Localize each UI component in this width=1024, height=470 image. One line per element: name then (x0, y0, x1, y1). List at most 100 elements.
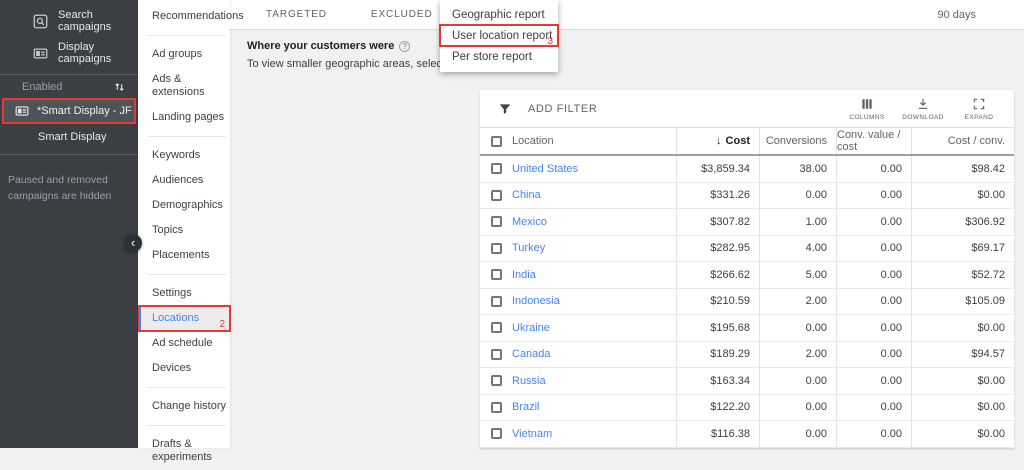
menu-divider (148, 387, 226, 388)
location-link[interactable]: Brazil (512, 401, 540, 413)
menu-item-settings[interactable]: Settings (138, 281, 230, 306)
row-checkbox-cell (480, 216, 512, 227)
row-checkbox[interactable] (491, 243, 502, 254)
menu-item-keywords[interactable]: Keywords (138, 143, 230, 168)
conversions-cell: 0.00 (760, 395, 837, 421)
menu-item-ad-schedule[interactable]: Ad schedule (138, 331, 230, 356)
cost-cell: $307.82 (677, 209, 760, 235)
conv-value-cost-cell: 0.00 (837, 395, 912, 421)
conversions-cell: 2.00 (760, 289, 837, 315)
menu-item-topics[interactable]: Topics (138, 218, 230, 243)
cost-per-conv-cell: $0.00 (912, 368, 1014, 394)
menu-item-geographic-report[interactable]: Geographic report (440, 4, 558, 25)
conversions-cell: 38.00 (760, 156, 837, 182)
menu-item-placements[interactable]: Placements (138, 243, 230, 268)
help-icon[interactable]: ? (399, 41, 410, 52)
location-link[interactable]: Russia (512, 375, 546, 387)
cost-per-conv-cell: $98.42 (912, 156, 1014, 182)
location-cell: United States (512, 156, 677, 182)
menu-item-demographics[interactable]: Demographics (138, 193, 230, 218)
row-checkbox[interactable] (491, 428, 502, 439)
menu-item-landing-pages[interactable]: Landing pages (138, 105, 230, 130)
sidebar-item-display-campaigns[interactable]: Display campaigns (0, 37, 138, 69)
column-header-cost-conv[interactable]: Cost / conv. (912, 128, 1014, 154)
column-header-location[interactable]: Location (512, 128, 677, 154)
location-cell: China (512, 183, 677, 209)
location-link[interactable]: Turkey (512, 242, 545, 254)
select-all-checkbox[interactable] (491, 136, 502, 147)
sidebar-divider (0, 154, 138, 155)
cost-per-conv-cell: $69.17 (912, 236, 1014, 262)
cost-cell: $331.26 (677, 183, 760, 209)
menu-item-drafts-experiments[interactable]: Drafts & experiments (138, 432, 230, 470)
download-icon (916, 97, 930, 111)
column-header-conversions[interactable]: Conversions (760, 128, 837, 154)
location-link[interactable]: Ukraine (512, 322, 550, 334)
conv-value-cost-cell: 0.00 (837, 156, 912, 182)
menu-item-ads-extensions[interactable]: Ads & extensions (138, 67, 230, 105)
columns-button[interactable]: COLUMNS (842, 97, 892, 121)
row-checkbox[interactable] (491, 322, 502, 333)
column-header-conv-value-cost[interactable]: Conv. value / cost (837, 128, 912, 154)
row-checkbox[interactable] (491, 163, 502, 174)
row-checkbox[interactable] (491, 296, 502, 307)
cost-cell: $189.29 (677, 342, 760, 368)
column-header-label: Cost / conv. (948, 135, 1005, 147)
menu-item-recommendations[interactable]: Recommendations (138, 4, 230, 29)
collapse-sidebar-button[interactable]: ‹ (124, 234, 142, 252)
row-checkbox[interactable] (491, 190, 502, 201)
location-link[interactable]: Mexico (512, 216, 547, 228)
conversions-cell: 0.00 (760, 315, 837, 341)
campaign-filter-status: Enabled (22, 81, 62, 93)
menu-divider (148, 425, 226, 426)
menu-item-audiences[interactable]: Audiences (138, 168, 230, 193)
cost-cell: $195.68 (677, 315, 760, 341)
menu-item-user-location-report[interactable]: User location report3 (440, 25, 558, 46)
location-link[interactable]: Indonesia (512, 295, 560, 307)
sidebar-item-search-campaigns[interactable]: Search campaigns (0, 5, 138, 37)
cost-per-conv-cell: $0.00 (912, 421, 1014, 447)
column-header-cost[interactable]: ↓Cost (677, 128, 760, 154)
row-checkbox[interactable] (491, 269, 502, 280)
expand-button[interactable]: EXPAND (954, 97, 1004, 121)
row-checkbox-cell (480, 243, 512, 254)
cost-cell: $3,859.34 (677, 156, 760, 182)
campaign-item-smart-display-jf[interactable]: *Smart Display - JF 1 (2, 98, 136, 124)
row-checkbox-cell (480, 375, 512, 386)
conversions-cell: 2.00 (760, 342, 837, 368)
row-checkbox[interactable] (491, 349, 502, 360)
sidebar-item-label: Display campaigns (58, 41, 138, 65)
expand-label: EXPAND (965, 114, 994, 121)
tab-excluded[interactable]: EXCLUDED (349, 9, 455, 20)
tab-targeted[interactable]: TARGETED (244, 9, 349, 20)
menu-divider (148, 35, 226, 36)
location-link[interactable]: United States (512, 163, 578, 175)
table-row-russia: Russia$163.340.000.00$0.00 (480, 368, 1014, 395)
location-cell: Indonesia (512, 289, 677, 315)
location-link[interactable]: Vietnam (512, 428, 552, 440)
conv-value-cost-cell: 0.00 (837, 209, 912, 235)
annotation-step-1: 1 (122, 106, 128, 117)
cost-cell: $163.34 (677, 368, 760, 394)
conv-value-cost-cell: 0.00 (837, 289, 912, 315)
row-checkbox[interactable] (491, 402, 502, 413)
menu-item-ad-groups[interactable]: Ad groups (138, 42, 230, 67)
menu-item-change-history[interactable]: Change history (138, 394, 230, 419)
location-cell: Vietnam (512, 421, 677, 447)
cost-cell: $282.95 (677, 236, 760, 262)
menu-item-per-store-report[interactable]: Per store report (440, 46, 558, 67)
location-link[interactable]: China (512, 189, 541, 201)
date-range-selector[interactable]: 90 days (937, 9, 976, 21)
sort-icon[interactable] (113, 80, 126, 93)
row-checkbox[interactable] (491, 216, 502, 227)
menu-item-devices[interactable]: Devices (138, 356, 230, 381)
download-button[interactable]: DOWNLOAD (898, 97, 948, 121)
location-link[interactable]: Canada (512, 348, 551, 360)
location-link[interactable]: India (512, 269, 536, 281)
download-label: DOWNLOAD (902, 114, 943, 121)
row-checkbox[interactable] (491, 375, 502, 386)
menu-item-locations[interactable]: Locations2 (138, 306, 230, 331)
campaign-sidebar: Search campaigns Display campaigns Enabl… (0, 0, 138, 448)
add-filter-button[interactable]: ADD FILTER (528, 103, 597, 115)
campaign-group-label[interactable]: Smart Display (0, 124, 138, 150)
